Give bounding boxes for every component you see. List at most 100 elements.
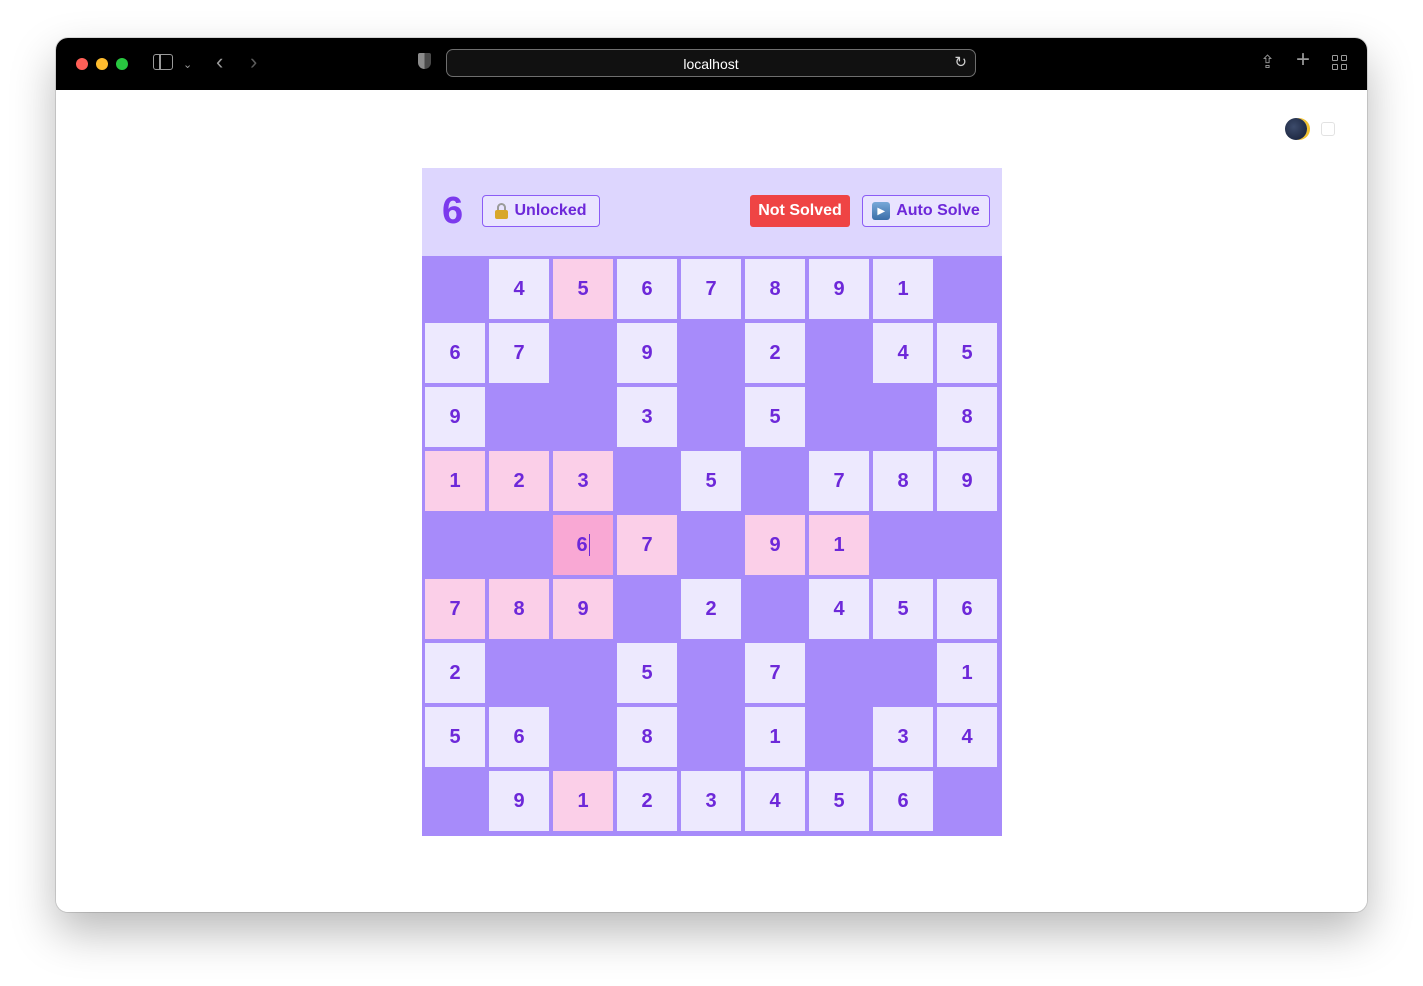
sudoku-cell[interactable]: 9 (425, 387, 485, 447)
sudoku-cell[interactable]: 4 (489, 259, 549, 319)
address-bar[interactable]: localhost ↻ (446, 49, 976, 77)
cell-value: 9 (577, 597, 589, 620)
sudoku-cell[interactable]: 6 (617, 259, 677, 319)
sudoku-cell[interactable]: 5 (617, 643, 677, 703)
blocked-cell (937, 515, 997, 575)
sudoku-cell[interactable]: 7 (425, 579, 485, 639)
checkbox[interactable] (1321, 122, 1335, 136)
sudoku-cell[interactable]: 6 (873, 771, 933, 831)
blocked-cell (873, 387, 933, 447)
moon-icon[interactable] (1285, 118, 1307, 140)
sudoku-cell[interactable]: 7 (809, 451, 869, 511)
cell-value: 6 (576, 533, 588, 556)
sudoku-cell[interactable]: 5 (425, 707, 485, 767)
sudoku-cell[interactable]: 6 (489, 707, 549, 767)
sudoku-cell[interactable]: 5 (873, 579, 933, 639)
sudoku-cell[interactable]: 1 (745, 707, 805, 767)
new-tab-icon[interactable]: + (1296, 48, 1310, 72)
browser-toolbar: ⌄ ‹ › localhost ↻ ⇪ + (56, 38, 1367, 90)
sudoku-cell[interactable]: 9 (617, 323, 677, 383)
sudoku-cell[interactable]: 3 (553, 451, 613, 511)
sudoku-cell[interactable]: 6 (937, 579, 997, 639)
sudoku-cell[interactable]: 7 (745, 643, 805, 703)
auto-solve-button[interactable]: ▶ Auto Solve (862, 195, 990, 227)
sudoku-cell[interactable]: 9 (489, 771, 549, 831)
cell-value: 5 (705, 469, 717, 492)
minimize-window-button[interactable] (96, 58, 108, 70)
sudoku-cell[interactable]: 6 (425, 323, 485, 383)
cell-value: 1 (961, 661, 973, 684)
cell-value: 2 (513, 469, 525, 492)
sudoku-game: 6 Unlocked Not Solved ▶ Auto Solve 4 5 6 7 8… (422, 168, 1002, 836)
address-bar-url: localhost (683, 56, 739, 72)
sudoku-cell[interactable]: 9 (553, 579, 613, 639)
blocked-cell (553, 707, 613, 767)
sudoku-cell[interactable]: 8 (617, 707, 677, 767)
zoom-window-button[interactable] (116, 58, 128, 70)
sudoku-cell[interactable]: 3 (681, 771, 741, 831)
sudoku-cell[interactable]: 4 (745, 771, 805, 831)
cell-value: 6 (961, 597, 973, 620)
forward-icon[interactable]: › (250, 51, 257, 73)
share-icon[interactable]: ⇪ (1260, 52, 1275, 72)
cell-value: 5 (641, 661, 653, 684)
sudoku-cell[interactable]: 6 (553, 515, 613, 575)
auto-solve-label: Auto Solve (896, 202, 980, 219)
blocked-cell (873, 643, 933, 703)
blocked-cell (425, 259, 485, 319)
back-icon[interactable]: ‹ (216, 51, 223, 73)
cell-value: 2 (705, 597, 717, 620)
sudoku-cell[interactable]: 3 (617, 387, 677, 447)
cell-value: 7 (513, 341, 525, 364)
lock-toggle-button[interactable]: Unlocked (482, 195, 600, 227)
sudoku-cell[interactable]: 3 (873, 707, 933, 767)
cell-value: 5 (961, 341, 973, 364)
blocked-cell (553, 643, 613, 703)
game-header: 6 Unlocked Not Solved ▶ Auto Solve (422, 168, 1002, 254)
sudoku-cell[interactable]: 8 (745, 259, 805, 319)
blocked-cell (937, 771, 997, 831)
privacy-shield-icon[interactable] (418, 53, 431, 69)
sidebar-toggle-icon[interactable] (153, 54, 173, 70)
cell-value: 3 (705, 789, 717, 812)
tab-overview-icon[interactable] (1332, 55, 1348, 71)
blocked-cell (809, 643, 869, 703)
sudoku-cell[interactable]: 1 (425, 451, 485, 511)
sudoku-cell[interactable]: 4 (809, 579, 869, 639)
sudoku-cell[interactable]: 4 (937, 707, 997, 767)
sudoku-cell[interactable]: 5 (809, 771, 869, 831)
cell-value: 2 (641, 789, 653, 812)
sudoku-cell[interactable]: 9 (745, 515, 805, 575)
sudoku-cell[interactable]: 5 (937, 323, 997, 383)
cell-value: 4 (833, 597, 845, 620)
sudoku-cell[interactable]: 2 (425, 643, 485, 703)
cell-value: 7 (769, 661, 781, 684)
reload-icon[interactable]: ↻ (954, 53, 967, 71)
sudoku-cell[interactable]: 7 (617, 515, 677, 575)
sudoku-cell[interactable]: 8 (489, 579, 549, 639)
sudoku-cell[interactable]: 9 (937, 451, 997, 511)
cell-value: 1 (577, 789, 589, 812)
sudoku-cell[interactable]: 1 (873, 259, 933, 319)
chevron-down-icon[interactable]: ⌄ (183, 55, 192, 75)
sudoku-cell[interactable]: 2 (745, 323, 805, 383)
sudoku-cell[interactable]: 7 (681, 259, 741, 319)
blocked-cell (873, 515, 933, 575)
sudoku-cell[interactable]: 1 (553, 771, 613, 831)
blocked-cell (489, 387, 549, 447)
sudoku-cell[interactable]: 7 (489, 323, 549, 383)
sudoku-cell[interactable]: 8 (873, 451, 933, 511)
sudoku-cell[interactable]: 9 (809, 259, 869, 319)
sudoku-cell[interactable]: 5 (745, 387, 805, 447)
sudoku-cell[interactable]: 5 (681, 451, 741, 511)
sudoku-cell[interactable]: 8 (937, 387, 997, 447)
sudoku-cell[interactable]: 2 (681, 579, 741, 639)
sudoku-cell[interactable]: 4 (873, 323, 933, 383)
sudoku-cell[interactable]: 1 (809, 515, 869, 575)
sudoku-cell[interactable]: 5 (553, 259, 613, 319)
blocked-cell (681, 387, 741, 447)
close-window-button[interactable] (76, 58, 88, 70)
sudoku-cell[interactable]: 2 (489, 451, 549, 511)
sudoku-cell[interactable]: 2 (617, 771, 677, 831)
sudoku-cell[interactable]: 1 (937, 643, 997, 703)
